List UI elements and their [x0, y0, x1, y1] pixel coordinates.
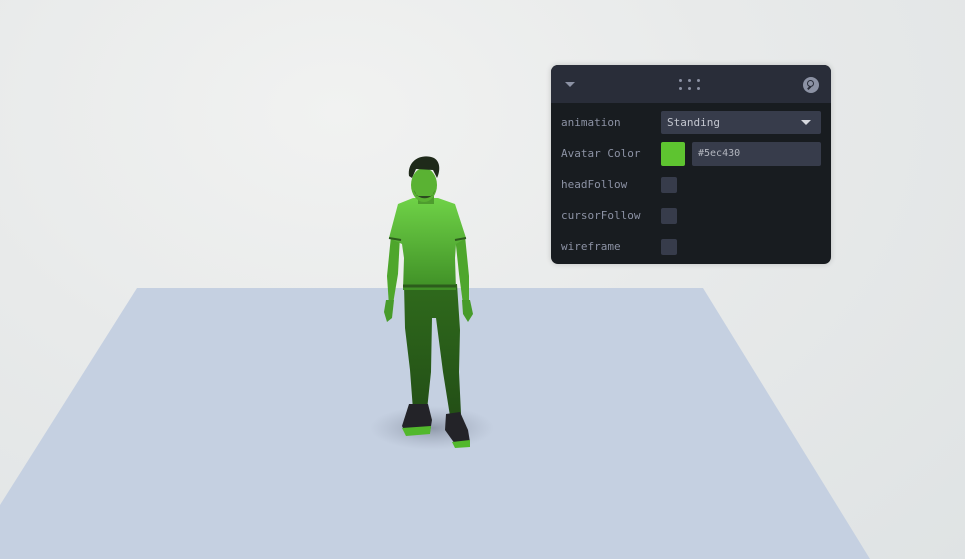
- wireframe-label: wireframe: [561, 240, 621, 253]
- search-icon[interactable]: [803, 77, 819, 93]
- wireframe-checkbox[interactable]: [661, 239, 677, 255]
- control-row-head-follow: headFollow: [551, 169, 831, 200]
- avatar-shirt: [389, 198, 466, 290]
- control-row-wireframe: wireframe: [551, 231, 831, 262]
- caret-down-icon: [801, 120, 811, 125]
- control-row-animation: animation Standing: [551, 107, 831, 138]
- panel-title-bar[interactable]: [551, 65, 831, 103]
- avatar-color-input[interactable]: #5ec430: [692, 142, 821, 166]
- avatar-color-swatch[interactable]: [661, 142, 685, 166]
- animation-label: animation: [561, 116, 621, 129]
- avatar-color-label: Avatar Color: [561, 147, 641, 160]
- head-follow-label: headFollow: [561, 178, 628, 191]
- avatar-shadow: [370, 406, 494, 450]
- head-follow-checkbox[interactable]: [661, 177, 677, 193]
- control-row-avatar-color: Avatar Color #5ec430: [551, 138, 831, 169]
- drag-handle-icon[interactable]: [679, 79, 703, 91]
- chevron-down-icon[interactable]: [565, 82, 575, 87]
- animation-select[interactable]: Standing: [661, 111, 821, 134]
- cursor-follow-label: cursorFollow: [561, 209, 641, 222]
- controls-panel: animation Standing Avatar Color #5ec430 …: [551, 65, 831, 264]
- controls-list: animation Standing Avatar Color #5ec430 …: [551, 103, 831, 262]
- cursor-follow-checkbox[interactable]: [661, 208, 677, 224]
- control-row-cursor-follow: cursorFollow: [551, 200, 831, 231]
- animation-select-value: Standing: [667, 116, 720, 129]
